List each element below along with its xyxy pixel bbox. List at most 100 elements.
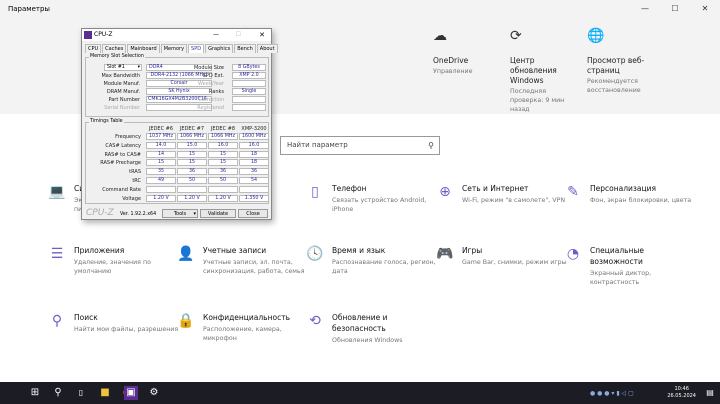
header-onedrive[interactable]: ☁ OneDrive Управление <box>433 28 513 76</box>
category-title: Время и язык <box>332 246 386 255</box>
cpuz-version: Ver. 1.92.2.x64 <box>120 212 157 217</box>
header-title: Центр обновления Windows <box>510 56 557 85</box>
timing-column-header: XMP-3200 <box>241 126 267 132</box>
cpuz-close-icon[interactable]: ✕ <box>259 29 265 41</box>
timing-value: 15 <box>208 150 238 158</box>
label: DRAM Manuf. <box>106 89 140 95</box>
settings-icon[interactable]: ⚙ <box>147 386 161 400</box>
window-title: Параметры <box>8 5 50 13</box>
category-title: Специальные возможности <box>590 246 644 266</box>
apps-icon: ☰ <box>50 246 64 262</box>
search-placeholder: Найти параметр <box>287 141 348 149</box>
group-label: Timings Table <box>89 119 124 124</box>
cpuz-tab-bench[interactable]: Bench <box>234 44 256 53</box>
timing-row-label: RAS# to CAS# <box>104 151 141 158</box>
category-subtitle: Удаление, значения по умолчанию <box>74 259 151 275</box>
category-subtitle: Учетные записи, эл. почта, синхронизация… <box>203 259 305 275</box>
timing-value: 36 <box>239 168 269 176</box>
timing-value: 1066 MHz <box>177 133 207 140</box>
category-title: Поиск <box>74 313 98 322</box>
label: SPD Ext. <box>202 73 224 79</box>
header-subtitle: Управление <box>433 68 473 75</box>
header-browsing[interactable]: 🌐 Просмотр веб-страниц Рекомендуется восст… <box>587 28 657 95</box>
tools-button[interactable]: Tools ▾ <box>162 209 198 218</box>
timing-column-header: JEDEC #7 <box>179 126 205 132</box>
phone-icon: ▯ <box>311 184 319 200</box>
validate-button[interactable]: Validate <box>200 209 236 218</box>
timing-value: 16.0 <box>239 141 269 149</box>
cpuz-window[interactable]: CPU-Z ✕ ☐ — CPU Caches Mainboard Memory SPD Grap… <box>81 28 278 220</box>
label: Module Size <box>193 65 224 71</box>
timing-value: 36 <box>208 168 238 176</box>
cpuz-close-button[interactable]: Close <box>238 209 268 218</box>
label: Ranks <box>208 89 224 95</box>
timing-value: 1037 MHz <box>146 133 176 140</box>
lock-icon: 🔒 <box>177 313 195 329</box>
timing-value: 1.20 V <box>208 194 238 202</box>
cpuz-tab-caches[interactable]: Caches <box>102 44 127 53</box>
cpuz-tab-about[interactable]: About <box>256 44 278 53</box>
timings-group: Timings Table JEDEC #6 JEDEC #7 JEDEC #8 XM… <box>85 119 269 204</box>
search-input[interactable]: Найти параметр ⚲ <box>280 136 440 155</box>
group-label: Memory Slot Selection <box>89 54 145 59</box>
timing-value: 1600 MHz <box>239 133 269 140</box>
title-bar: Параметры <box>0 0 720 18</box>
cpuz-tab-graphics[interactable]: Graphics <box>205 44 234 53</box>
personalization-icon: ✎ <box>567 184 579 200</box>
clock[interactable]: 10:46 26.05.2024 <box>667 386 696 400</box>
cpuz-tab-cpu[interactable]: CPU <box>85 44 102 53</box>
timing-value: 15 <box>177 159 207 167</box>
cpuz-tab-mainboard[interactable]: Mainboard <box>127 44 160 53</box>
category-title: Приложения <box>74 246 125 255</box>
timing-value: 16.0 <box>208 141 238 149</box>
timing-value: 36 <box>177 168 207 176</box>
timing-value: 50 <box>208 177 238 184</box>
category-subtitle: Расположение, камера, микрофон <box>203 326 282 342</box>
timing-column-header: JEDEC #8 <box>210 126 236 132</box>
timing-value: 50 <box>177 177 207 184</box>
timing-value: 54 <box>239 177 269 184</box>
memory-slot-group: Memory Slot Selection Slot #1 ▾ DDR4 Modu… <box>85 54 269 117</box>
cpuz-tab-spd[interactable]: SPD <box>188 44 205 53</box>
slot-select[interactable]: Slot #1 ▾ <box>104 64 142 71</box>
file-explorer-icon[interactable]: ■ <box>98 386 112 400</box>
ranks: Single <box>232 88 266 95</box>
sync-icon: ⟲ <box>309 313 321 329</box>
timing-value: 1.350 V <box>239 194 269 202</box>
timing-value: 35 <box>146 168 176 176</box>
cpuz-title: CPU-Z <box>94 31 113 38</box>
cpuz-maximize-icon[interactable]: ☐ <box>236 29 241 41</box>
cpuz-tab-memory[interactable]: Memory <box>160 44 188 53</box>
maximize-button[interactable]: ☐ <box>660 0 690 18</box>
timing-value: 15 <box>208 159 238 167</box>
correction <box>232 96 266 103</box>
start-icon[interactable]: ⊞ <box>28 386 42 400</box>
spd-ext: XMP 2.0 <box>232 72 266 79</box>
header-windows-update[interactable]: ⟳ Центр обновления Windows Последняя прове… <box>510 28 575 114</box>
timing-row-label: RAS# Precharge <box>100 160 141 167</box>
close-button[interactable]: ✕ <box>690 0 720 18</box>
timing-value <box>239 185 269 193</box>
globe-icon: 🌐 <box>587 28 605 44</box>
cpuz-taskbar-icon[interactable]: ▣ <box>124 386 138 400</box>
registered <box>232 104 266 111</box>
category-title: Обновление и безопасность <box>332 313 388 333</box>
category-subtitle: Wi-Fi, режим "в самолете", VPN <box>462 197 566 204</box>
timing-value: 18 <box>239 159 269 167</box>
header-title: OneDrive <box>433 56 469 65</box>
notifications-icon[interactable]: ▤ <box>703 386 717 400</box>
update-icon: ⟳ <box>510 28 522 44</box>
module-size: 8 GBytes <box>232 64 266 71</box>
cpuz-minimize-icon[interactable]: — <box>213 29 219 41</box>
cpuz-brand: CPU-Z <box>86 208 114 218</box>
minimize-button[interactable]: — <box>630 0 660 18</box>
task-view-icon[interactable]: ▯ <box>74 386 88 400</box>
tray-icons[interactable]: ● ● ● ▾ ▮ ◁ ▢ <box>590 390 634 397</box>
search-icon[interactable]: ⚲ <box>51 386 65 400</box>
laptop-icon: 💻 <box>48 184 66 200</box>
label: Registered <box>197 105 224 111</box>
timing-value <box>146 185 176 193</box>
timing-row-label: CAS# Latency <box>105 142 141 149</box>
timing-row-label: tRAS <box>129 169 141 176</box>
category-subtitle: Распознавание голоса, регион, дата <box>332 259 436 275</box>
